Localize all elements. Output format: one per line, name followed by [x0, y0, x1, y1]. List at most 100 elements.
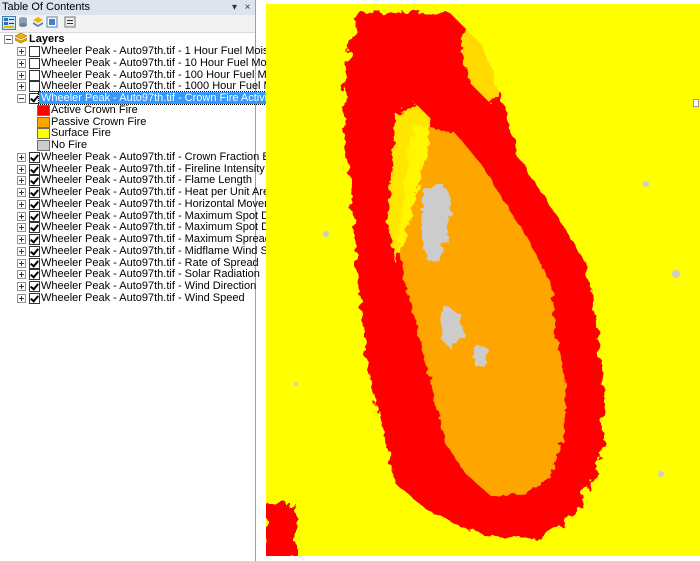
- legend-swatch: [37, 104, 50, 116]
- expand-toggle[interactable]: [17, 270, 26, 280]
- expand-toggle[interactable]: [17, 211, 26, 221]
- legend-swatch: [37, 128, 50, 140]
- layer-row[interactable]: Wheeler Peak - Auto97th.tif - Fireline I…: [0, 163, 265, 175]
- no-fire-speck-4: [658, 471, 664, 477]
- map-view[interactable]: [266, 4, 700, 556]
- layer-visibility-checkbox[interactable]: [29, 187, 40, 198]
- layer-label[interactable]: Wheeler Peak - Auto97th.tif - Wind Speed: [41, 292, 245, 304]
- list-by-drawing-order-icon[interactable]: [2, 16, 16, 30]
- layer-label[interactable]: Wheeler Peak - Auto97th.tif - 100 Hour F…: [41, 69, 300, 81]
- layer-row[interactable]: Wheeler Peak - Auto97th.tif - Horizontal…: [0, 198, 315, 210]
- collapse-toggle[interactable]: [17, 94, 26, 103]
- pin-icon[interactable]: ▾: [228, 1, 241, 14]
- layer-visibility-checkbox[interactable]: [29, 234, 40, 245]
- legend-item: No Fire: [0, 139, 255, 151]
- layer-label[interactable]: Wheeler Peak - Auto97th.tif - Crown Frac…: [41, 151, 298, 163]
- layer-row[interactable]: Wheeler Peak - Auto97th.tif - Maximum Sp…: [0, 233, 317, 245]
- layer-label[interactable]: Wheeler Peak - Auto97th.tif - Maximum Sp…: [41, 221, 304, 233]
- expand-toggle[interactable]: [17, 188, 26, 197]
- layer-label[interactable]: Wheeler Peak - Auto97th.tif - Maximum Sp…: [41, 210, 305, 222]
- layer-row[interactable]: Wheeler Peak - Auto97th.tif - 100 Hour F…: [0, 69, 300, 81]
- no-fire-speck: [672, 270, 680, 278]
- expand-toggle[interactable]: [17, 58, 26, 68]
- panel-title: Table Of Contents: [2, 1, 91, 13]
- layers-folder-icon: [15, 33, 27, 44]
- table-of-contents-panel: Table Of Contents ▾ × Layers Wheeler Peak…: [0, 0, 317, 561]
- expand-toggle[interactable]: [17, 258, 26, 268]
- expand-toggle[interactable]: [17, 223, 26, 233]
- expand-toggle[interactable]: [17, 70, 26, 80]
- layer-visibility-checkbox[interactable]: [29, 175, 40, 187]
- layer-visibility-checkbox[interactable]: [29, 210, 40, 222]
- layer-row[interactable]: Wheeler Peak - Auto97th.tif - 1 Hour Fue…: [0, 45, 287, 57]
- layer-visibility-checkbox[interactable]: [29, 151, 40, 163]
- expand-toggle[interactable]: [17, 164, 26, 174]
- layer-label[interactable]: Wheeler Peak - Auto97th.tif - Rate of Sp…: [41, 257, 259, 269]
- layer-visibility-checkbox[interactable]: [29, 81, 40, 93]
- layer-label[interactable]: Wheeler Peak - Auto97th.tif - 1 Hour Fue…: [41, 45, 287, 57]
- layer-visibility-checkbox[interactable]: [29, 222, 40, 234]
- expand-toggle[interactable]: [17, 199, 26, 209]
- layers-root[interactable]: Layers: [0, 33, 255, 45]
- layer-visibility-checkbox[interactable]: [29, 163, 40, 175]
- legend-swatch: [37, 116, 50, 128]
- no-fire-speck-3: [323, 231, 329, 237]
- layer-row[interactable]: Wheeler Peak - Auto97th.tif - Solar Radi…: [0, 268, 260, 281]
- layer-row[interactable]: Wheeler Peak - Auto97th.tif - Maximum Sp…: [0, 210, 305, 222]
- layer-row[interactable]: Wheeler Peak - Auto97th.tif - 10 Hour Fu…: [0, 57, 294, 69]
- layer-visibility-checkbox[interactable]: [29, 281, 40, 292]
- expand-toggle[interactable]: [17, 47, 26, 56]
- expand-toggle[interactable]: [17, 293, 26, 303]
- layer-label[interactable]: Wheeler Peak - Auto97th.tif - Flame Leng…: [41, 174, 252, 186]
- active-crown-fire-corner: [266, 504, 296, 556]
- layer-label[interactable]: Wheeler Peak - Auto97th.tif - Heat per U…: [41, 186, 275, 198]
- legend-item: Surface Fire: [0, 127, 255, 140]
- layer-row[interactable]: Wheeler Peak - Auto97th.tif - Midflame W…: [0, 245, 292, 257]
- legend-item: Active Crown Fire: [0, 104, 255, 116]
- layer-visibility-checkbox[interactable]: [29, 292, 40, 304]
- expand-toggle[interactable]: [17, 235, 26, 244]
- layer-row-selected[interactable]: Wheeler Peak - Auto97th.tif - Crown Fire…: [0, 91, 279, 105]
- layer-visibility-checkbox[interactable]: [29, 46, 40, 57]
- layer-row[interactable]: Wheeler Peak - Auto97th.tif - Crown Frac…: [0, 151, 298, 163]
- layer-row[interactable]: Wheeler Peak - Auto97th.tif - 1000 Hour …: [0, 80, 306, 93]
- options-icon[interactable]: [64, 16, 78, 30]
- legend-label: Passive Crown Fire: [51, 115, 147, 128]
- layer-visibility-checkbox[interactable]: [29, 69, 40, 81]
- expand-toggle[interactable]: [17, 152, 26, 162]
- layer-visibility-checkbox[interactable]: [29, 245, 40, 257]
- close-icon[interactable]: ×: [241, 1, 254, 14]
- expand-toggle[interactable]: [17, 246, 26, 256]
- legend-swatch: [37, 140, 50, 151]
- layer-visibility-checkbox[interactable]: [29, 57, 40, 69]
- layer-row[interactable]: Wheeler Peak - Auto97th.tif - Flame Leng…: [0, 174, 255, 187]
- layer-visibility-checkbox[interactable]: [29, 257, 40, 269]
- legend-label: No Fire: [51, 139, 88, 151]
- toc-toolbar: [0, 15, 255, 33]
- crown-fire-raster: [266, 4, 700, 556]
- list-by-visibility-icon[interactable]: [32, 16, 46, 30]
- layer-row[interactable]: Wheeler Peak - Auto97th.tif - Maximum Sp…: [0, 221, 304, 234]
- layer-visibility-checkbox[interactable]: [29, 269, 40, 281]
- list-by-selection-icon[interactable]: [46, 16, 60, 30]
- no-fire-speck-2: [643, 181, 649, 187]
- layer-visibility-checkbox[interactable]: [29, 198, 40, 210]
- expand-toggle[interactable]: [17, 282, 26, 291]
- layer-label[interactable]: Wheeler Peak - Auto97th.tif - Fireline I…: [41, 163, 265, 175]
- layer-row[interactable]: Wheeler Peak - Auto97th.tif - Wind Speed: [0, 292, 255, 304]
- layer-row[interactable]: Wheeler Peak - Auto97th.tif - Wind Direc…: [0, 280, 256, 292]
- layer-label[interactable]: Wheeler Peak - Auto97th.tif - Midflame W…: [41, 245, 292, 257]
- layer-row[interactable]: Wheeler Peak - Auto97th.tif - Rate of Sp…: [0, 257, 259, 269]
- layers-root-label: Layers: [29, 33, 65, 45]
- list-by-source-icon[interactable]: [17, 16, 31, 30]
- layer-label[interactable]: Wheeler Peak - Auto97th.tif - Solar Radi…: [41, 268, 260, 280]
- layer-label[interactable]: Wheeler Peak - Auto97th.tif - Crown Fire…: [38, 91, 279, 105]
- layer-label[interactable]: Wheeler Peak - Auto97th.tif - 10 Hour Fu…: [41, 57, 294, 69]
- layer-row[interactable]: Wheeler Peak - Auto97th.tif - Heat per U…: [0, 186, 275, 198]
- legend-label: Surface Fire: [51, 127, 111, 140]
- collapse-toggle[interactable]: [4, 35, 13, 44]
- expand-toggle[interactable]: [17, 82, 26, 92]
- layer-label[interactable]: Wheeler Peak - Auto97th.tif - Wind Direc…: [41, 280, 256, 292]
- expand-toggle[interactable]: [17, 176, 26, 186]
- panel-title-bar: Table Of Contents ▾ ×: [0, 0, 255, 16]
